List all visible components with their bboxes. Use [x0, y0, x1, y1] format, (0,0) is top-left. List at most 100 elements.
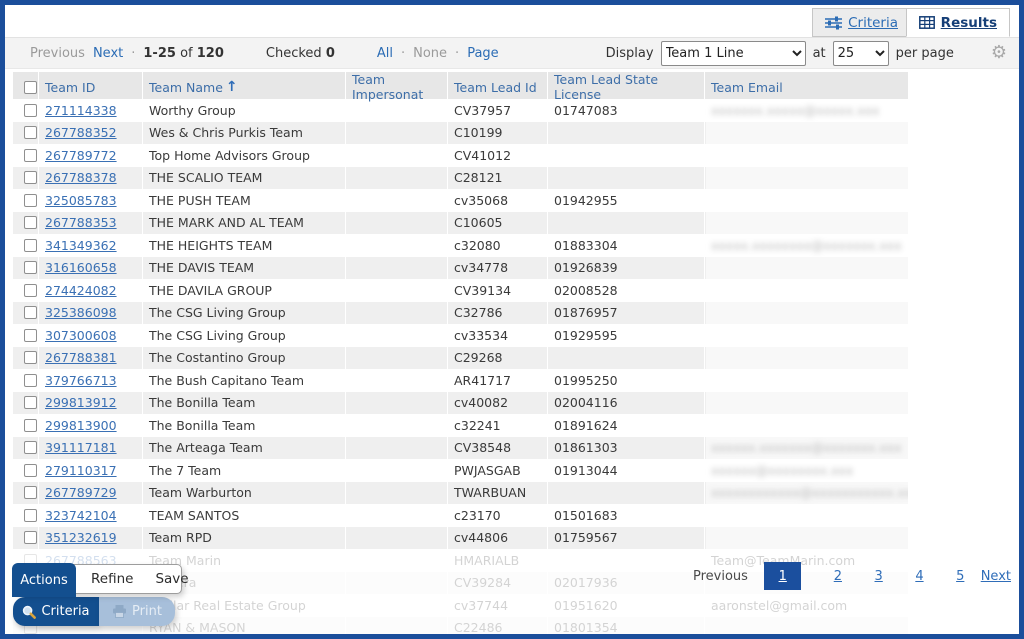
select-all-checkbox[interactable]	[24, 80, 37, 94]
previous-link[interactable]: Previous	[30, 46, 85, 61]
tab-actions[interactable]: Actions	[12, 563, 76, 597]
team-id-cell: 325085783	[39, 189, 143, 212]
team-lead-id-cell: CV39284	[448, 571, 548, 594]
column-header-team-name[interactable]: Team Name ↑	[143, 72, 346, 102]
row-checkbox[interactable]	[24, 418, 37, 432]
row-checkbox[interactable]	[24, 531, 37, 545]
row-checkbox[interactable]	[24, 463, 37, 477]
table-body: 271114338 Worthy Group CV37957 01747083 xxxx…	[13, 99, 909, 634]
tab-results-label: Results	[940, 14, 997, 31]
team-impersonation-cell	[346, 594, 448, 617]
team-impersonation-cell	[346, 256, 448, 279]
column-header-team-id[interactable]: Team ID	[39, 72, 143, 102]
team-id-link[interactable]: 279110317	[45, 463, 117, 478]
pagination-next[interactable]: Next	[981, 569, 1011, 584]
row-checkbox[interactable]	[24, 103, 37, 117]
team-id-link[interactable]: 379766713	[45, 373, 117, 388]
row-checkbox-cell	[13, 99, 39, 122]
team-lead-id-cell: C32786	[448, 301, 548, 324]
team-id-cell: 325386098	[39, 301, 143, 324]
row-checkbox[interactable]	[24, 508, 37, 522]
row-checkbox[interactable]	[24, 171, 37, 185]
table-row: 267789729 Team Warburton TWARBUAN xxxxxxxxx…	[13, 481, 909, 504]
pagination: Previous 1 2 3 4 5 Next	[693, 561, 1011, 591]
row-checkbox[interactable]	[24, 396, 37, 410]
row-checkbox-cell	[13, 301, 39, 324]
team-id-link[interactable]: 267789772	[45, 148, 117, 163]
select-all-link[interactable]: All	[377, 46, 393, 61]
next-link[interactable]: Next	[93, 46, 123, 61]
team-email-cell	[705, 256, 909, 279]
team-lead-state-license-cell	[548, 346, 705, 369]
team-name-cell: The Costantino Group	[143, 346, 346, 369]
team-id-link[interactable]: 267788352	[45, 125, 117, 140]
team-impersonation-cell	[346, 481, 448, 504]
team-id-cell: 341349362	[39, 234, 143, 257]
team-email-cell	[705, 211, 909, 234]
team-id-link[interactable]: 391117181	[45, 440, 117, 455]
team-lead-id-cell: C10199	[448, 121, 548, 144]
team-id-link[interactable]: 271114338	[45, 103, 117, 118]
per-page-select[interactable]: 25	[832, 40, 889, 66]
tab-save[interactable]: Save	[155, 571, 188, 587]
column-header-team-impersonation[interactable]: Team Impersonat	[346, 72, 448, 102]
pagination-page-link[interactable]: 4	[915, 569, 923, 584]
row-checkbox[interactable]	[24, 328, 37, 342]
print-button[interactable]: Print	[99, 597, 175, 626]
row-checkbox-cell	[13, 459, 39, 482]
team-id-link[interactable]: 267788381	[45, 350, 117, 365]
row-checkbox[interactable]	[24, 126, 37, 140]
team-id-link[interactable]: 299813900	[45, 418, 117, 433]
row-checkbox[interactable]	[24, 261, 37, 275]
display-select[interactable]: Team 1 Line	[660, 40, 806, 66]
pagination-page-link[interactable]: 3	[875, 569, 883, 584]
team-id-link[interactable]: 316160658	[45, 260, 117, 275]
row-checkbox[interactable]	[24, 351, 37, 365]
pagination-page-link[interactable]: 2	[834, 569, 842, 584]
criteria-button[interactable]: Criteria	[13, 597, 99, 626]
team-id-link[interactable]: 267788353	[45, 215, 117, 230]
row-checkbox-cell	[13, 279, 39, 302]
toolbar: Previous Next · 1-25 of 120 Checked 0 Al…	[5, 37, 1019, 69]
team-email-cell: xxxxxxx.xxxxx@xxxxx.xxx	[705, 99, 909, 122]
pagination-page-link[interactable]: 5	[956, 569, 964, 584]
row-checkbox[interactable]	[24, 148, 37, 162]
team-name-cell: THE DAVILA GROUP	[143, 279, 346, 302]
tab-refine[interactable]: Refine	[91, 571, 133, 587]
row-checkbox[interactable]	[24, 373, 37, 387]
column-header-team-email[interactable]: Team Email	[705, 72, 909, 102]
row-checkbox[interactable]	[24, 193, 37, 207]
row-checkbox[interactable]	[24, 216, 37, 230]
team-lead-id-cell: cv35068	[448, 189, 548, 212]
team-id-link[interactable]: 325085783	[45, 193, 117, 208]
tab-results[interactable]: Results	[905, 8, 1010, 37]
row-checkbox[interactable]	[24, 238, 37, 252]
row-checkbox[interactable]	[24, 306, 37, 320]
pagination-previous[interactable]: Previous	[693, 569, 748, 584]
team-id-link[interactable]: 351232619	[45, 530, 117, 545]
select-page-link[interactable]: Page	[467, 46, 498, 61]
row-checkbox[interactable]	[24, 486, 37, 500]
team-id-link[interactable]: 299813912	[45, 395, 117, 410]
tab-criteria[interactable]: Criteria	[812, 8, 911, 37]
settings-gear-icon[interactable]: ⚙	[991, 44, 1007, 62]
row-checkbox[interactable]	[24, 283, 37, 297]
team-id-link[interactable]: 341349362	[45, 238, 117, 253]
column-header-team-lead-state-license[interactable]: Team Lead State License	[548, 72, 705, 102]
row-checkbox[interactable]	[24, 441, 37, 455]
team-lead-state-license-cell: 01951620	[548, 594, 705, 617]
pagination-page-current[interactable]: 1	[764, 562, 802, 590]
team-lead-id-cell: CV37957	[448, 99, 548, 122]
select-none-link[interactable]: None	[413, 46, 447, 61]
column-header-team-lead-id[interactable]: Team Lead Id	[448, 72, 548, 102]
team-name-cell: The Bush Capitano Team	[143, 369, 346, 392]
team-lead-state-license-cell	[548, 481, 705, 504]
team-id-link[interactable]: 307300608	[45, 328, 117, 343]
email-text: aaronstel@gmail.com	[711, 597, 848, 613]
team-id-link[interactable]: 274424082	[45, 283, 117, 298]
team-id-link[interactable]: 325386098	[45, 305, 117, 320]
team-id-link[interactable]: 267788378	[45, 170, 117, 185]
team-id-link[interactable]: 323742104	[45, 508, 117, 523]
team-id-link[interactable]: 267789729	[45, 485, 117, 500]
row-checkbox-cell	[13, 166, 39, 189]
